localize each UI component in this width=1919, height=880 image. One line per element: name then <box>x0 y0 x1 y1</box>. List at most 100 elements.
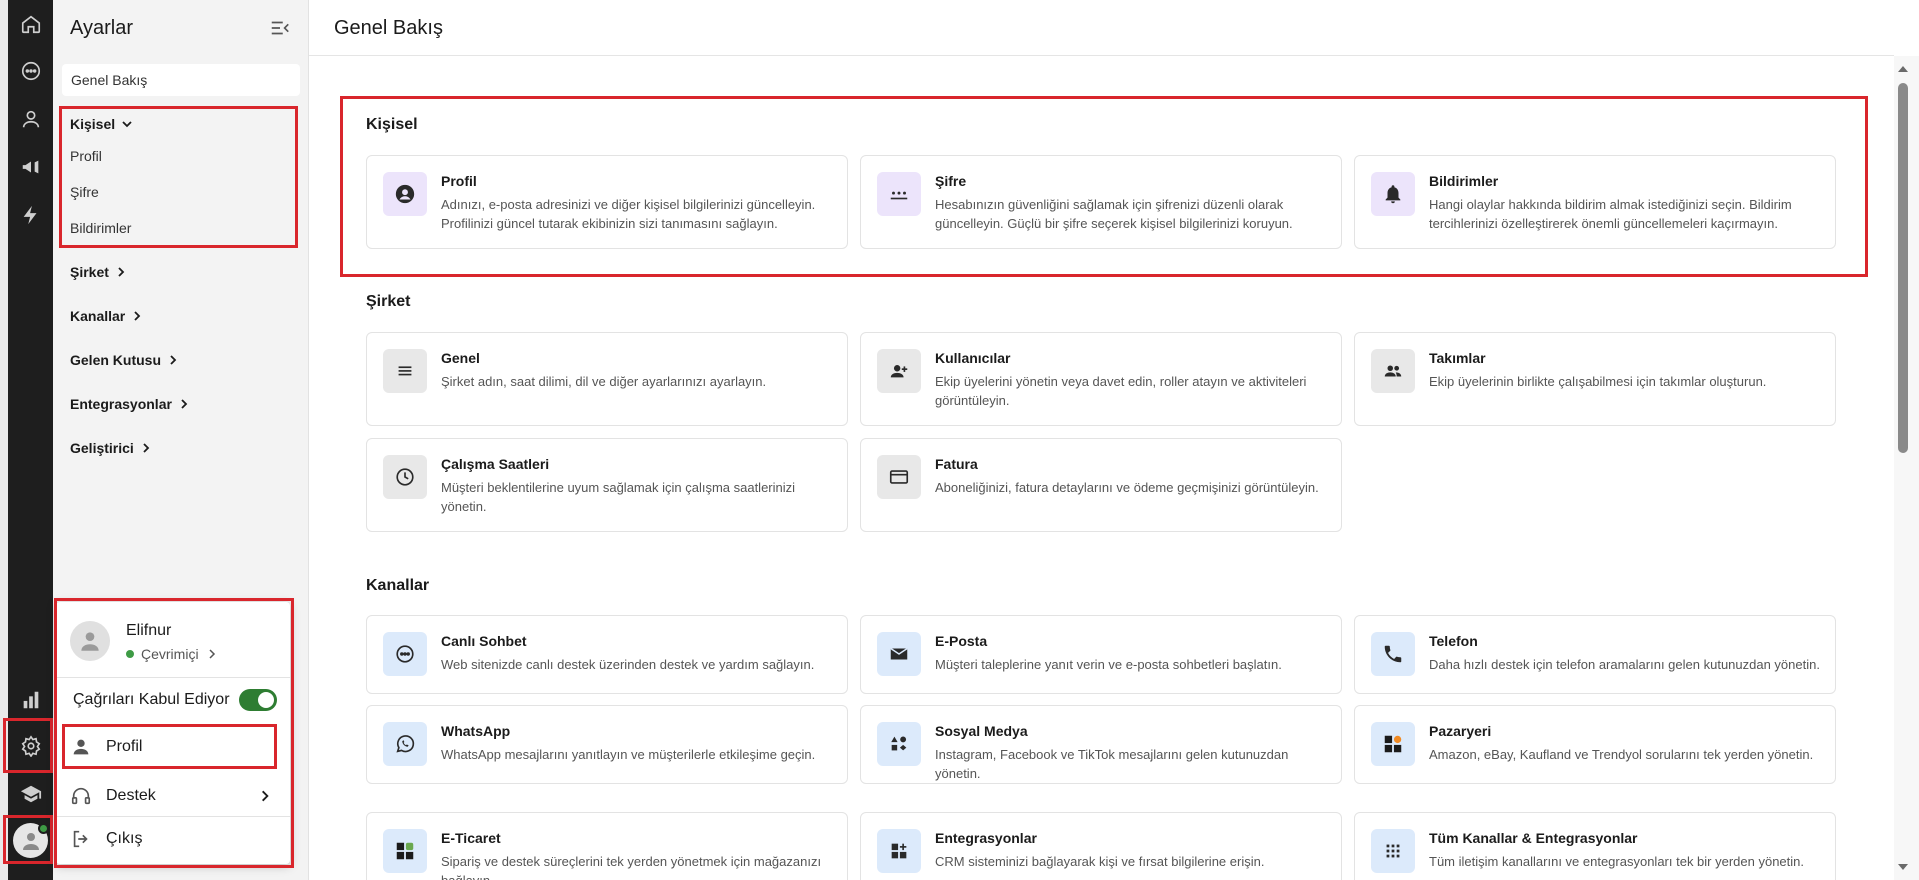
accept-calls-toggle[interactable] <box>239 689 277 711</box>
card-billing[interactable]: Fatura Aboneliğinizi, fatura detaylarını… <box>860 438 1342 532</box>
card-description: Daha hızlı destek için telefon aramaları… <box>1429 657 1820 672</box>
main-scrollbar[interactable] <box>1894 56 1919 880</box>
card-password[interactable]: Şifre Hesabınızın güvenliğini sağlamak i… <box>860 155 1342 249</box>
page-title: Genel Bakış <box>334 17 443 39</box>
person-add-icon <box>877 349 921 393</box>
card-title: Tüm Kanallar & Entegrasyonlar <box>1429 830 1638 846</box>
sidebar-group-company[interactable]: Şirket <box>70 264 127 280</box>
sidebar-group-label: Geliştirici <box>70 440 134 456</box>
divider <box>56 816 290 817</box>
contacts-icon[interactable] <box>14 102 48 136</box>
card-description: Tüm iletişim kanallarını ve entegrasyonl… <box>1429 854 1805 869</box>
card-description: Ekip üyelerini yönetin veya davet edin, … <box>935 374 1307 408</box>
card-live-chat[interactable]: Canlı Sohbet Web sitenizde canlı destek … <box>366 615 848 694</box>
lightning-icon[interactable] <box>14 198 48 232</box>
clock-icon <box>383 455 427 499</box>
widgets-add-icon <box>877 829 921 873</box>
collapse-sidebar-icon[interactable] <box>269 17 291 39</box>
card-ecommerce[interactable]: E-Ticaret Sipariş ve destek süreçlerini … <box>366 812 848 880</box>
card-title: Şifre <box>935 173 967 189</box>
card-marketplace[interactable]: Pazaryeri Amazon, eBay, Kaufland ve Tren… <box>1354 705 1836 784</box>
credit-card-icon <box>877 455 921 499</box>
card-title: Canlı Sohbet <box>441 633 527 649</box>
card-title: Bildirimler <box>1429 173 1499 189</box>
card-notifications[interactable]: Bildirimler Hangi olaylar hakkında bildi… <box>1354 155 1836 249</box>
group-icon <box>1371 349 1415 393</box>
chevron-right-icon <box>170 355 177 365</box>
bell-icon <box>1371 172 1415 216</box>
divider <box>56 677 290 678</box>
password-icon <box>877 172 921 216</box>
menu-item-logout[interactable]: Çıkış <box>56 819 290 859</box>
card-description: Şirket adın, saat dilimi, dil ve diğer a… <box>441 374 767 389</box>
status-selector[interactable]: Çevrimiçi <box>126 646 218 662</box>
menu-item-support[interactable]: Destek <box>56 776 290 816</box>
toggle-knob <box>258 692 274 708</box>
sidebar-item-password[interactable]: Şifre <box>70 184 99 200</box>
card-description: WhatsApp mesajlarını yanıtlayın ve müşte… <box>441 747 816 762</box>
card-title: Fatura <box>935 456 978 472</box>
user-name: Elifnur <box>126 622 172 639</box>
sidebar-group-personal[interactable]: Kişisel <box>70 116 133 132</box>
menu-item-profile[interactable]: Profil <box>56 727 290 767</box>
popup-avatar <box>70 621 110 661</box>
card-description: Amazon, eBay, Kaufland ve Trendyol sorul… <box>1429 747 1814 762</box>
sidebar-group-developer[interactable]: Geliştirici <box>70 440 152 456</box>
home-icon[interactable] <box>14 7 48 41</box>
headset-icon <box>71 787 91 805</box>
chevron-right-icon <box>181 399 188 409</box>
sidebar-group-label: Şirket <box>70 264 109 280</box>
scrollbar-thumb[interactable] <box>1898 83 1908 453</box>
card-title: WhatsApp <box>441 723 511 739</box>
card-title: Entegrasyonlar <box>935 830 1037 846</box>
section-title-channels: Kanallar <box>366 577 430 594</box>
chat-icon[interactable] <box>14 54 48 88</box>
window-edge <box>0 0 8 880</box>
settings-gear-icon[interactable] <box>14 729 48 763</box>
sidebar-item-overview[interactable]: Genel Bakış <box>62 64 300 96</box>
sidebar-group-label: Gelen Kutusu <box>70 352 162 368</box>
card-email[interactable]: E-Posta Müşteri taleplerine yanıt verin … <box>860 615 1342 694</box>
ecommerce-icon <box>383 829 427 873</box>
card-general[interactable]: Genel Şirket adın, saat dilimi, dil ve d… <box>366 332 848 426</box>
card-all-channels[interactable]: Tüm Kanallar & Entegrasyonlar Tüm iletiş… <box>1354 812 1836 880</box>
sidebar-item-profile[interactable]: Profil <box>70 148 102 164</box>
card-description: Web sitenizde canlı destek üzerinden des… <box>441 657 815 672</box>
section-title-personal: Kişisel <box>366 116 418 133</box>
sidebar-group-integrations[interactable]: Entegrasyonlar <box>70 396 190 412</box>
card-profile[interactable]: Profil Adınızı, e-posta adresinizi ve di… <box>366 155 848 249</box>
sidebar-group-inbox[interactable]: Gelen Kutusu <box>70 352 179 368</box>
card-title: Genel <box>441 350 480 366</box>
card-phone[interactable]: Telefon Daha hızlı destek için telefon a… <box>1354 615 1836 694</box>
card-description: CRM sisteminizi bağlayarak kişi ve fırsa… <box>935 854 1265 869</box>
card-working-hours[interactable]: Çalışma Saatleri Müşteri beklentilerine … <box>366 438 848 532</box>
sidebar-group-channels[interactable]: Kanallar <box>70 308 143 324</box>
status-label: Çevrimiçi <box>141 646 199 662</box>
card-description: Ekip üyelerinin birlikte çalışabilmesi i… <box>1429 374 1767 389</box>
bar-chart-icon[interactable] <box>14 683 48 717</box>
chevron-right-icon <box>118 267 125 277</box>
card-teams[interactable]: Takımlar Ekip üyelerinin birlikte çalışa… <box>1354 332 1836 426</box>
card-description: Müşteri beklentilerine uyum sağlamak içi… <box>441 480 796 514</box>
card-integrations[interactable]: Entegrasyonlar CRM sisteminizi bağlayara… <box>860 812 1342 880</box>
chevron-right-icon <box>262 790 269 802</box>
shapes-icon <box>877 722 921 766</box>
card-social-media[interactable]: Sosyal Medya Instagram, Facebook ve TikT… <box>860 705 1342 784</box>
icon-rail <box>8 0 53 880</box>
sidebar-item-notifications[interactable]: Bildirimler <box>70 220 131 236</box>
sidebar-group-label: Entegrasyonlar <box>70 396 172 412</box>
scroll-down-arrow-icon[interactable] <box>1898 864 1908 870</box>
megaphone-icon[interactable] <box>14 150 48 184</box>
top-bar: Genel Bakış <box>309 0 1894 56</box>
graduation-cap-icon[interactable] <box>14 777 48 811</box>
card-whatsapp[interactable]: WhatsApp WhatsApp mesajlarını yanıtlayın… <box>366 705 848 784</box>
card-title: Sosyal Medya <box>935 723 1028 739</box>
card-users[interactable]: Kullanıcılar Ekip üyelerini yönetin veya… <box>860 332 1342 426</box>
card-description: Aboneliğinizi, fatura detaylarını ve öde… <box>935 480 1319 495</box>
person-icon <box>73 739 89 755</box>
card-title: Telefon <box>1429 633 1478 649</box>
phone-icon <box>1371 632 1415 676</box>
scroll-up-arrow-icon[interactable] <box>1898 66 1908 72</box>
card-description: Sipariş ve destek süreçlerini tek yerden… <box>441 854 822 880</box>
user-avatar[interactable] <box>13 823 49 858</box>
